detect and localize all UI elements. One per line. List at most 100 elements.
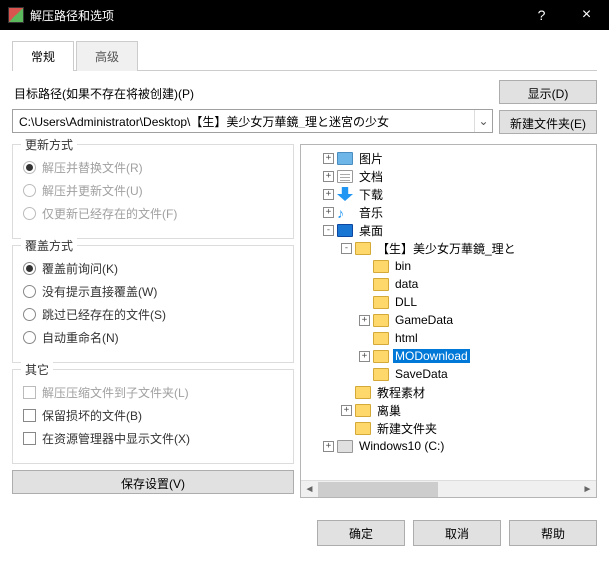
tree-node-label[interactable]: DLL <box>393 295 419 309</box>
group-misc-title: 其它 <box>21 361 53 378</box>
expand-icon[interactable]: + <box>323 207 334 218</box>
ok-button[interactable]: 确定 <box>317 520 405 546</box>
folder-icon <box>355 404 371 417</box>
tree-spacer <box>359 333 370 344</box>
group-update-title: 更新方式 <box>21 136 77 153</box>
tree-node-label[interactable]: MODownload <box>393 349 470 363</box>
tree-node[interactable]: 教程素材 <box>303 383 594 401</box>
tab-general[interactable]: 常规 <box>12 41 74 71</box>
tree-node[interactable]: data <box>303 275 594 293</box>
help-button[interactable]: ? <box>519 0 564 30</box>
cancel-button[interactable]: 取消 <box>413 520 501 546</box>
tree-node[interactable]: DLL <box>303 293 594 311</box>
tree-node[interactable]: +♪ 音乐 <box>303 203 594 221</box>
doc-icon <box>337 170 353 183</box>
tree-node-label[interactable]: bin <box>393 259 413 273</box>
radio-icon <box>23 262 36 275</box>
tree-node-label[interactable]: 新建文件夹 <box>375 420 439 437</box>
tree-node[interactable]: + 图片 <box>303 149 594 167</box>
expand-icon[interactable]: + <box>323 153 334 164</box>
tree-node[interactable]: SaveData <box>303 365 594 383</box>
folder-icon <box>373 332 389 345</box>
tree-node[interactable]: + 下载 <box>303 185 594 203</box>
pic-icon <box>337 152 353 165</box>
tree-node[interactable]: bin <box>303 257 594 275</box>
radio-icon <box>23 331 36 344</box>
radio-icon <box>23 285 36 298</box>
group-overwrite: 覆盖方式 覆盖前询问(K) 没有提示直接覆盖(W) 跳过已经存在的文件(S) 自… <box>12 245 294 363</box>
radio-icon <box>23 308 36 321</box>
chevron-down-icon[interactable]: ⌄ <box>474 110 492 132</box>
opt-update-1[interactable]: 解压并更新文件(U) <box>23 182 283 199</box>
tree-node-label[interactable]: data <box>393 277 420 291</box>
radio-icon <box>23 184 36 197</box>
new-folder-button[interactable]: 新建文件夹(E) <box>499 110 597 134</box>
tree-node[interactable]: html <box>303 329 594 347</box>
opt-misc-0[interactable]: 解压压缩文件到子文件夹(L) <box>23 384 283 401</box>
tree-node-label[interactable]: 桌面 <box>357 222 385 239</box>
expand-icon[interactable]: + <box>341 405 352 416</box>
tree-node-label[interactable]: GameData <box>393 313 455 327</box>
h-scrollbar[interactable]: ◄ ► <box>301 480 596 497</box>
tree-node[interactable]: - 桌面 <box>303 221 594 239</box>
expand-icon[interactable]: + <box>323 189 334 200</box>
opt-overwrite-1[interactable]: 没有提示直接覆盖(W) <box>23 283 283 300</box>
folder-tree[interactable]: +图片+文档+下载+♪音乐-桌面-【生】美少女万華鏡_理とbindataDLL+… <box>300 144 597 498</box>
folder-icon <box>373 368 389 381</box>
tree-node[interactable]: 新建文件夹 <box>303 419 594 437</box>
save-settings-button[interactable]: 保存设置(V) <box>12 470 294 494</box>
path-input[interactable] <box>13 114 474 128</box>
scroll-right-icon[interactable]: ► <box>579 481 596 498</box>
tree-node-label[interactable]: SaveData <box>393 367 450 381</box>
display-button[interactable]: 显示(D) <box>499 80 597 104</box>
folder-icon <box>373 350 389 363</box>
opt-update-2[interactable]: 仅更新已经存在的文件(F) <box>23 205 283 222</box>
expand-icon[interactable]: + <box>323 441 334 452</box>
tree-node-label[interactable]: 【生】美少女万華鏡_理と <box>375 240 518 257</box>
music-icon: ♪ <box>337 206 353 219</box>
opt-overwrite-3[interactable]: 自动重命名(N) <box>23 329 283 346</box>
tree-node-label[interactable]: 教程素材 <box>375 384 427 401</box>
opt-update-0[interactable]: 解压并替换文件(R) <box>23 159 283 176</box>
tree-node-label[interactable]: html <box>393 331 420 345</box>
tree-spacer <box>341 387 352 398</box>
tree-node-label[interactable]: Windows10 (C:) <box>357 439 446 453</box>
opt-overwrite-2[interactable]: 跳过已经存在的文件(S) <box>23 306 283 323</box>
folder-icon <box>373 296 389 309</box>
tree-node[interactable]: + GameData <box>303 311 594 329</box>
tree-node-label[interactable]: 文档 <box>357 168 385 185</box>
collapse-icon[interactable]: - <box>323 225 334 236</box>
expand-icon[interactable]: + <box>359 351 370 362</box>
opt-misc-2[interactable]: 在资源管理器中显示文件(X) <box>23 430 283 447</box>
tree-node-label[interactable]: 图片 <box>357 150 385 167</box>
tree-node[interactable]: + MODownload <box>303 347 594 365</box>
tree-node[interactable]: - 【生】美少女万華鏡_理と <box>303 239 594 257</box>
radio-icon <box>23 161 36 174</box>
scroll-left-icon[interactable]: ◄ <box>301 481 318 498</box>
tree-node-label[interactable]: 离巢 <box>375 402 403 419</box>
tree-node-label[interactable]: 音乐 <box>357 204 385 221</box>
help-button-footer[interactable]: 帮助 <box>509 520 597 546</box>
close-button[interactable]: × <box>564 0 609 30</box>
tree-node[interactable]: + Windows10 (C:) <box>303 437 594 455</box>
down-icon <box>337 187 353 201</box>
folder-icon <box>373 314 389 327</box>
path-combobox[interactable]: ⌄ <box>12 109 493 133</box>
radio-icon <box>23 207 36 220</box>
opt-misc-1[interactable]: 保留损坏的文件(B) <box>23 407 283 424</box>
collapse-icon[interactable]: - <box>341 243 352 254</box>
expand-icon[interactable]: + <box>359 315 370 326</box>
expand-icon[interactable]: + <box>323 171 334 182</box>
opt-overwrite-0[interactable]: 覆盖前询问(K) <box>23 260 283 277</box>
scroll-thumb[interactable] <box>318 482 438 497</box>
desktop-icon <box>337 224 353 237</box>
tree-spacer <box>359 369 370 380</box>
tree-node-label[interactable]: 下载 <box>357 186 385 203</box>
tree-node[interactable]: + 离巢 <box>303 401 594 419</box>
tab-advanced[interactable]: 高级 <box>76 41 138 71</box>
group-update: 更新方式 解压并替换文件(R) 解压并更新文件(U) 仅更新已经存在的文件(F) <box>12 144 294 239</box>
tree-node[interactable]: + 文档 <box>303 167 594 185</box>
drive-icon <box>337 440 353 453</box>
checkbox-icon <box>23 386 36 399</box>
checkbox-icon <box>23 409 36 422</box>
